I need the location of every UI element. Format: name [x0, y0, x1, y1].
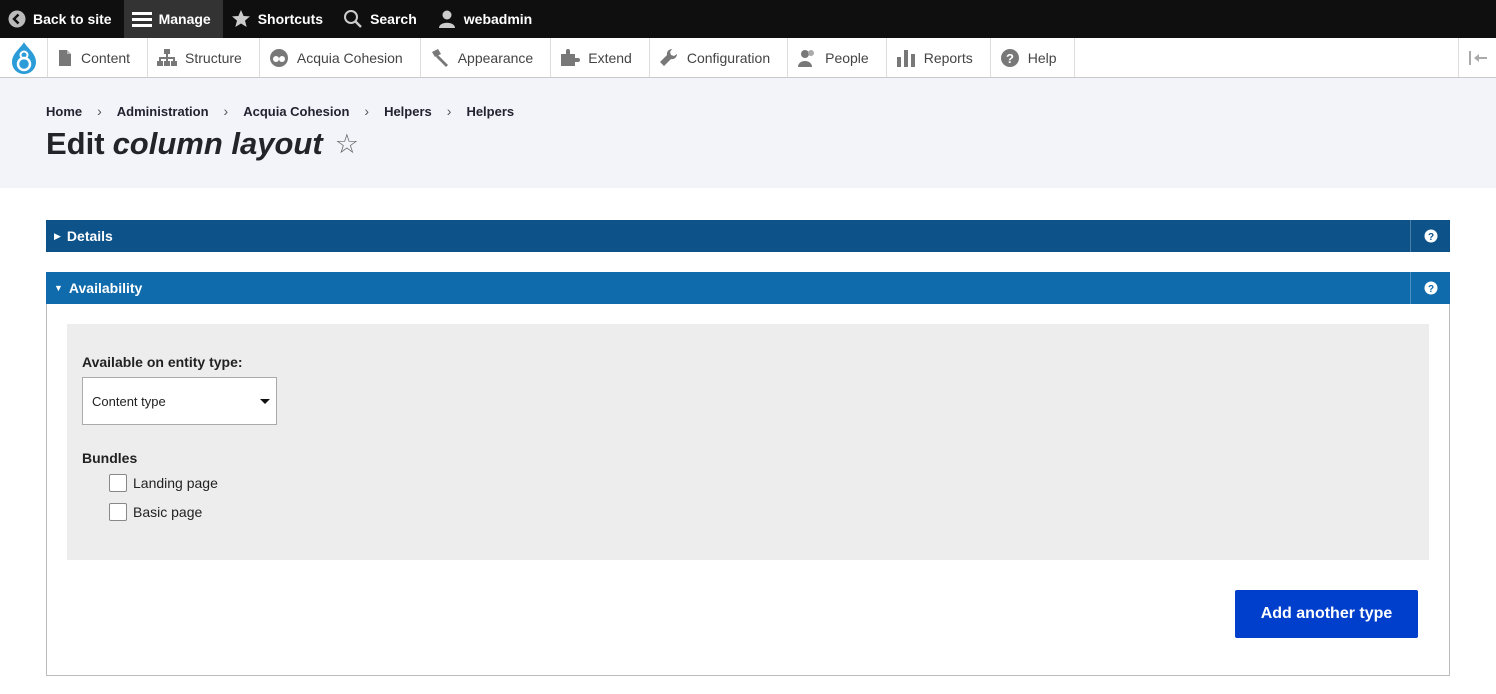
admin-toolbar: Back to site Manage Shortcuts Search web…: [0, 0, 1496, 38]
entity-type-label: Available on entity type:: [82, 354, 243, 370]
admin-tray: Content Structure Acquia Cohesion Appear…: [0, 38, 1496, 78]
shortcut-star-icon[interactable]: ☆: [335, 129, 359, 160]
tray-item-appearance-label: Appearance: [457, 49, 534, 66]
people-icon: [798, 49, 815, 67]
tray-item-help-label: Help: [1027, 49, 1057, 66]
paintbrush-icon: [431, 48, 448, 67]
landing-page-checkbox[interactable]: [109, 474, 127, 492]
search-label: Search: [370, 11, 417, 27]
bundles-label: Bundles: [82, 450, 138, 466]
entity-type-select-value: Content type: [92, 393, 166, 409]
breadcrumb-home[interactable]: Home: [46, 104, 82, 119]
user-icon: [438, 10, 455, 28]
help-icon: ?: [1424, 229, 1437, 243]
landing-page-label[interactable]: Landing page: [133, 475, 218, 491]
star-icon: [231, 10, 250, 27]
availability-label: Availability: [68, 280, 143, 296]
bundle-landing-page[interactable]: Landing page: [109, 474, 218, 492]
dropdown-caret-icon: [260, 399, 270, 404]
tray-item-acquia-cohesion-label: Acquia Cohesion: [296, 49, 403, 66]
breadcrumb-acquia-cohesion[interactable]: Acquia Cohesion: [243, 104, 349, 119]
search-tab[interactable]: Search: [335, 0, 429, 38]
breadcrumb-administration[interactable]: Administration: [117, 104, 209, 119]
bar-chart-icon: [896, 49, 915, 67]
basic-page-checkbox[interactable]: [109, 503, 127, 521]
tray-item-reports-label: Reports: [923, 49, 973, 66]
wrench-icon: [659, 48, 677, 66]
tray-item-structure[interactable]: Structure: [148, 38, 260, 77]
search-icon: [344, 10, 362, 28]
caret-right-icon: ▶: [54, 230, 61, 241]
tray-spacer: [1075, 38, 1458, 77]
tray-item-acquia-cohesion[interactable]: Acquia Cohesion: [260, 38, 421, 77]
tray-item-extend-label: Extend: [588, 49, 632, 66]
add-another-type-button[interactable]: Add another type: [1235, 590, 1418, 638]
breadcrumb-separator: ›: [223, 103, 229, 119]
tray-item-configuration[interactable]: Configuration: [650, 38, 789, 77]
hamburger-icon: [131, 12, 152, 27]
tray-item-structure-label: Structure: [185, 49, 242, 66]
svg-text:?: ?: [1427, 284, 1433, 295]
tray-item-configuration-label: Configuration: [686, 49, 771, 66]
page-title-prefix: Edit: [46, 126, 105, 161]
collapse-left-icon: [1468, 50, 1487, 65]
tray-item-content[interactable]: Content: [48, 38, 149, 77]
breadcrumb-helpers-current[interactable]: Helpers: [466, 104, 514, 119]
availability-panel: Available on entity type: Content type B…: [46, 304, 1450, 676]
tray-item-content-label: Content: [81, 49, 131, 66]
shortcuts-label: Shortcuts: [257, 11, 324, 27]
details-help-button[interactable]: ?: [1410, 220, 1450, 252]
cohesion-icon: [269, 48, 288, 67]
file-icon: [59, 49, 71, 66]
breadcrumb: Home › Administration › Acquia Cohesion …: [46, 103, 514, 119]
manage-label: Manage: [158, 11, 211, 27]
drupal-logo[interactable]: [0, 38, 48, 77]
breadcrumb-separator: ›: [97, 103, 102, 119]
tray-item-reports[interactable]: Reports: [887, 38, 991, 77]
details-accordion-header[interactable]: ▶ Details ?: [46, 220, 1450, 252]
back-to-site-link[interactable]: Back to site: [0, 0, 124, 38]
help-icon: ?: [1424, 281, 1437, 295]
entity-type-well: Available on entity type: Content type B…: [67, 324, 1429, 560]
breadcrumb-helpers[interactable]: Helpers: [384, 104, 432, 119]
page-title-emphasis: column layout: [112, 126, 323, 161]
puzzle-icon: [561, 48, 581, 66]
shortcuts-tab[interactable]: Shortcuts: [223, 0, 335, 38]
svg-text:?: ?: [1006, 51, 1014, 66]
breadcrumb-separator: ›: [446, 103, 452, 119]
basic-page-label[interactable]: Basic page: [133, 504, 202, 520]
drupal-drop-icon: [11, 41, 36, 74]
page-header: Home › Administration › Acquia Cohesion …: [0, 78, 1496, 188]
back-arrow-icon: [8, 10, 26, 28]
tray-item-extend[interactable]: Extend: [551, 38, 650, 77]
sitemap-icon: [157, 48, 178, 66]
tray-orientation-toggle[interactable]: [1458, 38, 1496, 77]
help-icon: ?: [1000, 48, 1019, 67]
bundle-basic-page[interactable]: Basic page: [109, 503, 202, 521]
page-title: Edit column layout ☆: [46, 126, 359, 162]
svg-text:?: ?: [1427, 232, 1433, 243]
entity-type-select[interactable]: Content type: [82, 377, 277, 425]
availability-help-button[interactable]: ?: [1410, 272, 1450, 304]
user-label: webadmin: [463, 11, 533, 27]
manage-tab[interactable]: Manage: [123, 0, 223, 38]
breadcrumb-separator: ›: [364, 103, 370, 119]
tray-item-people-label: People: [825, 49, 869, 66]
user-tab[interactable]: webadmin: [429, 0, 544, 38]
details-label: Details: [66, 228, 113, 244]
tray-item-people[interactable]: People: [788, 38, 887, 77]
tray-item-help[interactable]: ? Help: [991, 38, 1075, 77]
availability-accordion-header[interactable]: ▼ Availability ?: [46, 272, 1450, 304]
caret-down-icon: ▼: [54, 283, 63, 293]
tray-item-appearance[interactable]: Appearance: [421, 38, 552, 77]
back-to-site-label: Back to site: [33, 11, 112, 27]
